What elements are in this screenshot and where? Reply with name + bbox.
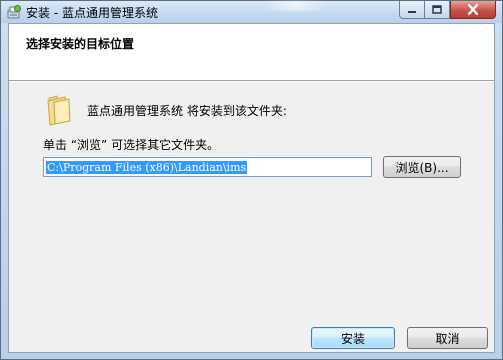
wizard-header: 选择安装的目标位置 — [9, 24, 494, 82]
minimize-button[interactable] — [399, 1, 425, 19]
browse-hint: 单击 “浏览” 可选择其它文件夹。 — [43, 138, 220, 152]
close-button[interactable] — [450, 1, 496, 19]
install-path-value: C:\Program Files (x86)\Landian\ims — [46, 161, 248, 174]
minimize-icon — [408, 10, 416, 13]
title-glow — [263, 1, 328, 11]
install-button[interactable]: 安装 — [311, 327, 395, 349]
installer-icon — [6, 4, 22, 20]
install-path-input[interactable]: C:\Program Files (x86)\Landian\ims — [43, 157, 372, 177]
page-title: 选择安装的目标位置 — [26, 37, 135, 51]
browse-button[interactable]: 浏览(B)... — [383, 156, 461, 178]
maximize-button[interactable] — [424, 1, 450, 19]
close-icon — [467, 4, 479, 15]
title-bar[interactable]: 安装 - 蓝点通用管理系统 — [1, 1, 502, 23]
folder-icon — [45, 94, 73, 126]
cancel-button[interactable]: 取消 — [407, 327, 488, 349]
window-title: 安装 - 蓝点通用管理系统 — [26, 6, 158, 20]
dialog-client-area: 选择安装的目标位置 蓝点通用管理系统 将安装到该文件夹: 单击 “浏览” 可选择… — [8, 23, 495, 353]
destination-label: 蓝点通用管理系统 将安装到该文件夹: — [87, 104, 287, 118]
installer-window: 安装 - 蓝点通用管理系统 选择安装的目标位置 蓝点通用管理系统 将安装到该文件… — [0, 0, 503, 360]
maximize-icon — [432, 5, 442, 14]
